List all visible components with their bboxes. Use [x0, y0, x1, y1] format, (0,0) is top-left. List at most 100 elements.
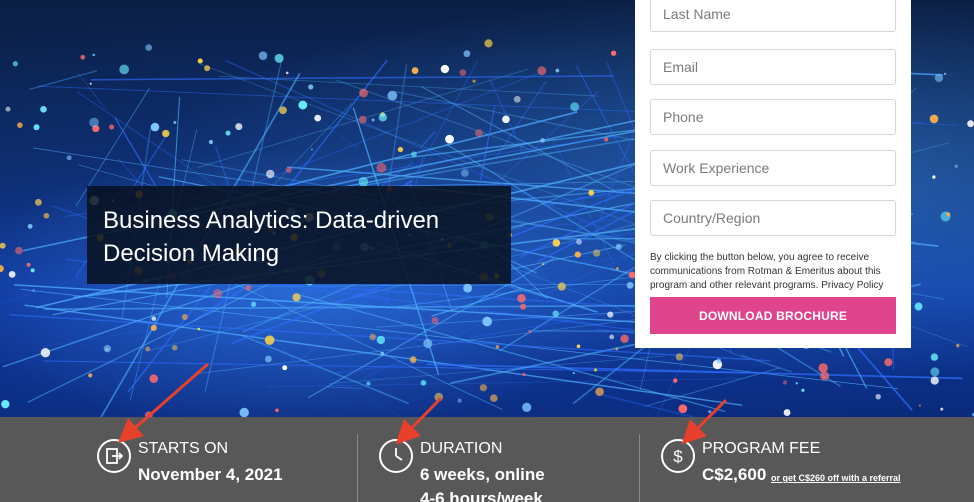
network-dot	[431, 316, 439, 325]
network-dot	[440, 64, 450, 74]
program-title: Business Analytics: Data-driven Decision…	[103, 207, 440, 267]
country-region-field[interactable]	[650, 200, 896, 236]
exit-arrow-icon	[97, 439, 131, 473]
network-dot	[274, 53, 284, 63]
network-dot	[225, 130, 231, 136]
network-dot	[434, 392, 444, 402]
network-dot	[275, 408, 279, 413]
network-dot	[490, 394, 498, 402]
network-dot	[552, 310, 559, 317]
network-line	[77, 73, 106, 110]
network-dot	[956, 343, 960, 348]
start-date-value: November 4, 2021	[138, 465, 283, 484]
network-dot	[946, 212, 951, 217]
network-dot	[914, 302, 923, 311]
network-dot	[557, 282, 566, 291]
network-dot	[572, 371, 575, 375]
network-dot	[145, 44, 153, 51]
network-dot	[151, 316, 157, 321]
network-dot	[884, 358, 893, 367]
email-field[interactable]	[650, 49, 896, 85]
network-dot	[819, 371, 830, 381]
duration-label: DURATION	[420, 440, 503, 457]
referral-link[interactable]: or get C$260 off with a referral	[771, 473, 901, 483]
network-line	[420, 130, 436, 148]
network-dot	[502, 115, 510, 124]
network-dot	[552, 239, 561, 247]
network-dot	[484, 39, 493, 48]
network-dot	[250, 301, 257, 307]
network-dot	[89, 82, 92, 85]
network-dot	[801, 388, 805, 392]
network-dot	[782, 380, 788, 385]
network-dot	[626, 281, 634, 289]
network-dot	[92, 53, 96, 57]
network-dot	[266, 169, 275, 179]
network-dot	[181, 313, 188, 320]
network-dot	[66, 155, 72, 161]
network-dot	[397, 146, 404, 153]
network-dot	[208, 139, 214, 145]
network-dot	[620, 334, 629, 344]
network-dot	[376, 335, 386, 345]
network-dot	[918, 404, 921, 407]
network-dot	[15, 246, 23, 255]
network-dot	[930, 376, 939, 385]
network-dot	[457, 398, 462, 403]
network-dot	[609, 334, 615, 340]
network-dot	[1, 399, 10, 409]
network-dot	[366, 381, 371, 386]
network-dot	[818, 363, 828, 373]
divider	[357, 434, 358, 502]
network-dot	[540, 138, 545, 143]
network-line	[27, 268, 299, 403]
network-dot	[822, 375, 826, 379]
network-dot	[89, 117, 99, 128]
network-dot	[967, 120, 974, 128]
phone-field[interactable]	[650, 99, 896, 135]
clock-icon	[379, 439, 413, 473]
download-brochure-button[interactable]: DOWNLOAD BROCHURE	[650, 297, 896, 334]
network-dot	[264, 355, 272, 363]
network-dot	[33, 124, 40, 131]
network-dot	[235, 123, 243, 131]
network-dot	[875, 393, 881, 400]
network-dot	[162, 129, 170, 138]
network-line	[241, 334, 410, 405]
network-line	[91, 75, 613, 81]
network-dot	[610, 50, 617, 56]
network-dot	[482, 316, 492, 327]
network-dot	[282, 365, 288, 371]
network-dot	[463, 50, 471, 58]
brochure-form: By clicking the button below, you agree …	[635, 0, 911, 348]
network-dot	[376, 162, 387, 173]
network-dot	[34, 198, 42, 206]
network-dot	[932, 175, 936, 179]
network-dot	[795, 382, 798, 385]
network-dot	[555, 68, 560, 73]
network-dot	[103, 344, 112, 353]
network-dot	[783, 409, 791, 416]
network-dot	[310, 148, 313, 151]
network-dot	[520, 303, 527, 310]
network-dot	[528, 330, 532, 334]
network-dot	[615, 347, 619, 351]
network-dot	[12, 61, 18, 67]
network-dot	[423, 338, 433, 349]
network-dot	[204, 65, 211, 72]
network-dot	[570, 102, 580, 112]
network-dot	[245, 284, 252, 291]
svg-text:$: $	[673, 447, 683, 466]
network-dot	[594, 368, 597, 372]
program-fee-value: C$2,600	[702, 465, 767, 484]
network-dot	[954, 164, 958, 168]
last-name-field[interactable]	[650, 0, 896, 32]
network-dot	[197, 58, 203, 64]
network-dot	[472, 79, 476, 83]
network-dot	[145, 346, 151, 352]
network-line	[605, 62, 640, 140]
network-dot	[5, 106, 11, 112]
dollar-icon: $	[661, 439, 695, 473]
work-experience-field[interactable]	[650, 150, 896, 186]
network-dot	[26, 262, 31, 267]
